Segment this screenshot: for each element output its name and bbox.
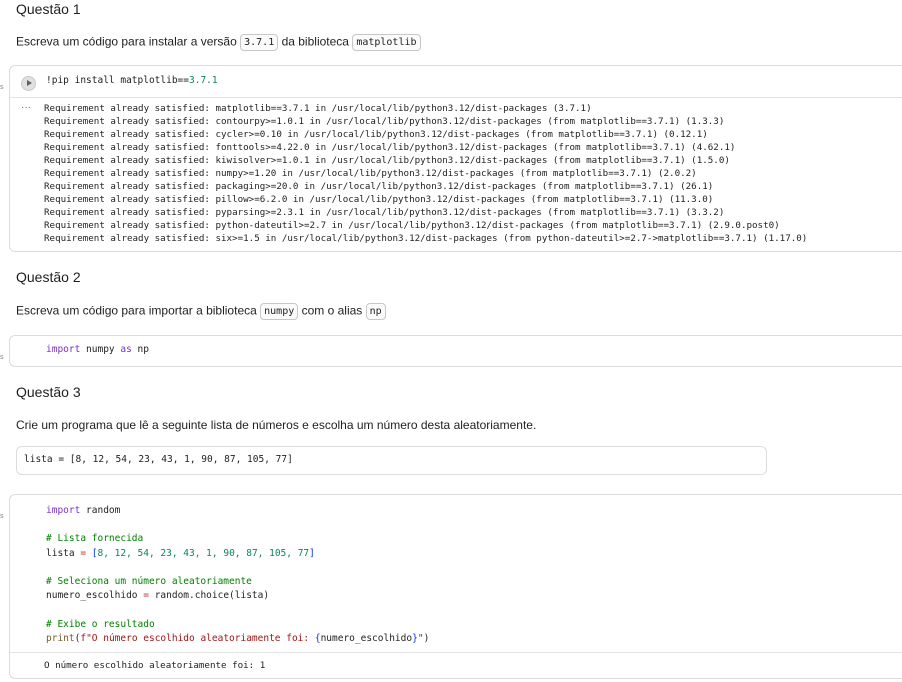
q2-alias: np bbox=[131, 344, 149, 355]
q2-kw-as: as bbox=[120, 344, 132, 355]
gutter-mark: s bbox=[0, 512, 4, 520]
q1-output-line: Requirement already satisfied: python-da… bbox=[44, 220, 780, 231]
q2-code-cell[interactable]: import numpy as np bbox=[9, 335, 902, 367]
q1-output-line: Requirement already satisfied: fonttools… bbox=[44, 142, 736, 153]
q1-output-line: Requirement already satisfied: pillow>=6… bbox=[44, 194, 714, 205]
q3-list-var: lista bbox=[46, 547, 81, 559]
q3-list-nums: 8, 12, 54, 23, 43, 1, 90, 87, 105, 77 bbox=[97, 547, 310, 559]
q1-output-line: Requirement already satisfied: packaging… bbox=[44, 181, 714, 192]
q2-alias-chip: np bbox=[365, 303, 386, 320]
q2-text: Escreva um código para importar a biblio… bbox=[16, 303, 386, 320]
q3-print-str-start: f"O número escolhido aleatoriamente foi: bbox=[80, 632, 315, 644]
gutter-mark: s bbox=[0, 83, 4, 91]
q1-text-before: Escreva um código para instalar a versão bbox=[16, 34, 237, 49]
q2-text-before: Escreva um código para importar a biblio… bbox=[16, 303, 257, 318]
q3-choice-call: random.choice( bbox=[148, 590, 235, 602]
q2-heading: Questão 2 bbox=[16, 269, 81, 285]
output-menu-icon[interactable]: ··· bbox=[21, 102, 31, 113]
q3-output: O número escolhido aleatoriamente foi: 1 bbox=[44, 660, 266, 671]
q3-text: Crie um programa que lê a seguinte lista… bbox=[16, 418, 537, 432]
q1-code-cmd: !pip install matplotlib== bbox=[46, 75, 189, 86]
q3-print-fn: print bbox=[46, 632, 75, 644]
q3-list-open: [ bbox=[86, 547, 98, 559]
q1-output: Requirement already satisfied: matplotli… bbox=[44, 102, 807, 245]
q2-lib-chip: numpy bbox=[260, 303, 299, 320]
q1-heading: Questão 1 bbox=[16, 1, 81, 17]
q1-output-line: Requirement already satisfied: cycler>=0… bbox=[44, 129, 708, 140]
q1-output-line: Requirement already satisfied: kiwisolve… bbox=[44, 155, 730, 166]
q3-choice-arg: lista bbox=[234, 590, 264, 602]
q1-output-line: Requirement already satisfied: pyparsing… bbox=[44, 207, 725, 218]
q1-output-line: Requirement already satisfied: matplotli… bbox=[44, 103, 592, 114]
q3-code-cell[interactable]: import random # Lista fornecida lista = … bbox=[9, 494, 902, 679]
q3-import-rest: random bbox=[80, 505, 121, 516]
q1-version-chip: 3.7.1 bbox=[240, 34, 279, 51]
q3-heading: Questão 3 bbox=[16, 384, 81, 400]
q1-text: Escreva um código para instalar a versão… bbox=[16, 34, 421, 51]
q1-output-line: Requirement already satisfied: contourpy… bbox=[44, 116, 725, 127]
q3-comment-2: # Seleciona um número aleatoriamente bbox=[46, 576, 252, 588]
q3-kw-import: import bbox=[46, 505, 81, 516]
q3-choice-close: ) bbox=[263, 590, 270, 602]
q2-mod: numpy bbox=[80, 344, 121, 355]
q3-output-divider bbox=[10, 652, 902, 653]
q3-choice-var: numero_escolhido bbox=[46, 590, 144, 602]
q1-text-mid: da biblioteca bbox=[281, 34, 349, 49]
q1-code-version: 3.7.1 bbox=[189, 75, 218, 86]
q3-print-var: numero_escolhido bbox=[320, 632, 413, 644]
q2-code-line[interactable]: import numpy as np bbox=[46, 344, 149, 355]
run-cell-icon[interactable] bbox=[21, 76, 36, 91]
q2-kw-import: import bbox=[46, 344, 81, 355]
q1-lib-chip: matplotlib bbox=[352, 34, 421, 51]
q1-output-divider bbox=[10, 97, 902, 98]
q1-code-cell[interactable]: !pip install matplotlib==3.7.1 ··· Requi… bbox=[9, 65, 902, 252]
q3-list-close: ] bbox=[309, 547, 315, 559]
q2-text-mid: com o alias bbox=[301, 303, 363, 318]
q3-comment-1: # Lista fornecida bbox=[46, 533, 144, 545]
q1-output-line: Requirement already satisfied: six>=1.5 … bbox=[44, 233, 808, 244]
q1-output-line: Requirement already satisfied: numpy>=1.… bbox=[44, 168, 697, 179]
q3-code[interactable]: import random # Lista fornecida lista = … bbox=[46, 504, 429, 646]
q3-print-close: ) bbox=[423, 632, 430, 644]
q1-code-line[interactable]: !pip install matplotlib==3.7.1 bbox=[46, 75, 218, 86]
q3-comment-3: # Exibe o resultado bbox=[46, 618, 155, 630]
gutter-mark: s bbox=[0, 353, 4, 361]
q3-list-line: lista = [8, 12, 54, 23, 43, 1, 90, 87, 1… bbox=[24, 454, 293, 465]
q3-list-box: lista = [8, 12, 54, 23, 43, 1, 90, 87, 1… bbox=[16, 446, 767, 475]
